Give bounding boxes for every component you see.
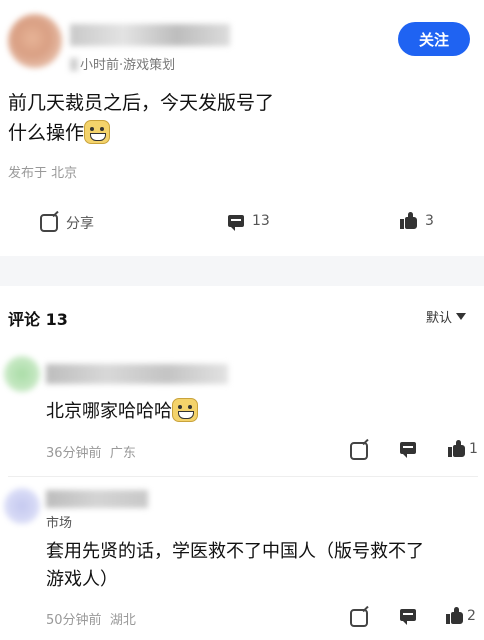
comment-share-button[interactable]	[350, 442, 368, 460]
thumbs-up-icon	[400, 212, 417, 229]
comment-like-button[interactable]: 1	[448, 440, 478, 457]
comment-divider	[8, 476, 478, 477]
comment-author-tag: 市场	[46, 516, 73, 531]
sort-dropdown[interactable]: 默认	[426, 307, 467, 326]
like-button[interactable]: 3	[400, 212, 434, 229]
follow-button[interactable]: 关注	[398, 22, 470, 56]
comment-like-count: 1	[469, 441, 478, 457]
grin-emoji-icon	[84, 120, 111, 144]
share-label: 分享	[66, 216, 94, 232]
filter-icon	[456, 313, 467, 320]
comment-button[interactable]: 13	[228, 213, 270, 231]
post-text: 前几天裁员之后，今天发版号了 什么操作	[8, 88, 428, 148]
comment-count: 13	[252, 213, 270, 229]
section-divider	[0, 256, 484, 286]
comment-icon	[400, 609, 416, 625]
share-icon	[40, 214, 58, 232]
meta-blur	[70, 58, 78, 71]
thumbs-up-icon	[446, 607, 463, 624]
comment-like-count: 2	[467, 608, 476, 624]
comments-title: 评论 13	[8, 310, 68, 329]
sort-label: 默认	[426, 311, 453, 326]
share-icon	[350, 609, 368, 627]
comment-text-line2: 游戏人）	[46, 569, 118, 590]
comment-share-button[interactable]	[350, 609, 368, 627]
like-count: 3	[425, 213, 434, 229]
comment-meta: 36分钟前 广东	[46, 442, 136, 461]
comment-avatar[interactable]	[4, 488, 40, 524]
post-meta-text: 小时前·游戏策划	[80, 58, 176, 73]
posted-location: 发布于 北京	[8, 166, 78, 181]
comment-text: 北京哪家哈哈哈	[46, 398, 198, 426]
grin-emoji-icon	[172, 398, 198, 422]
comment-time: 50分钟前	[46, 613, 102, 628]
comment-reply-button[interactable]	[400, 442, 416, 458]
comment-text-content: 北京哪家哈哈哈	[46, 401, 172, 422]
comment-text: 套用先贤的话，学医救不了中国人（版号救不了 游戏人）	[46, 538, 476, 594]
comment-avatar[interactable]	[4, 356, 40, 392]
share-button[interactable]: 分享	[40, 213, 94, 233]
comment-author-name[interactable]	[46, 490, 148, 508]
post-text-line2: 什么操作	[8, 122, 85, 144]
post-text-line1: 前几天裁员之后，今天发版号了	[8, 92, 275, 114]
comment-time: 36分钟前	[46, 446, 102, 461]
comment-icon	[400, 442, 416, 458]
comment-location: 湖北	[109, 613, 136, 628]
comment-author-name[interactable]	[46, 364, 228, 384]
comment-location: 广东	[109, 446, 136, 461]
author-avatar[interactable]	[8, 14, 62, 68]
author-name[interactable]	[70, 24, 230, 46]
post-text-line2-wrap: 什么操作	[8, 118, 428, 148]
post-meta: 小时前·游戏策划	[70, 54, 175, 73]
comment-meta: 50分钟前 湖北	[46, 609, 136, 628]
comment-text-line1: 套用先贤的话，学医救不了中国人（版号救不了	[46, 541, 424, 562]
comment-reply-button[interactable]	[400, 609, 416, 625]
follow-label: 关注	[418, 30, 449, 49]
thumbs-up-icon	[448, 440, 465, 457]
share-icon	[350, 442, 368, 460]
comment-like-button[interactable]: 2	[446, 607, 476, 624]
comment-icon	[228, 215, 244, 231]
